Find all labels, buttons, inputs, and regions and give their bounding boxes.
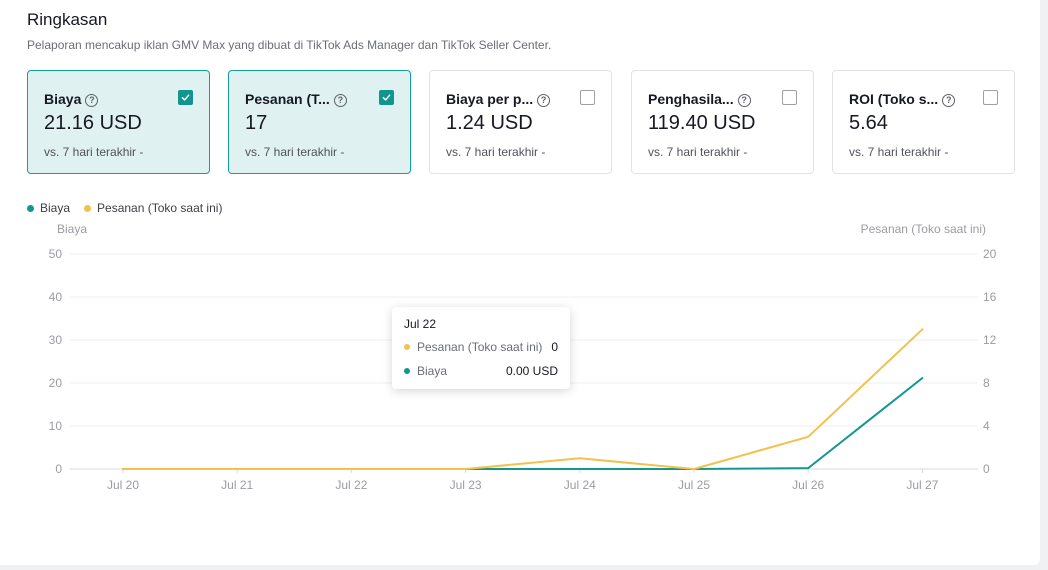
x-tick-label: Jul 25 — [678, 478, 710, 492]
tooltip-series-value: 0.00 USD — [505, 364, 558, 378]
summary-panel: Ringkasan Pelaporan mencakup iklan GMV M… — [0, 0, 1040, 565]
chart-tooltip: Jul 22 Pesanan (Toko saat ini) 0 Biaya 0… — [392, 307, 570, 389]
line-chart[interactable]: 01020304050048121620Jul 20 Jul 21 Jul 22 Ju… — [0, 0, 1040, 500]
y-right-tick-label: 4 — [983, 419, 990, 433]
y-left-tick-label: 10 — [49, 419, 63, 433]
tooltip-date: Jul 22 — [404, 317, 437, 331]
tooltip-series-name: Biaya — [417, 364, 448, 378]
y-left-tick-label: 20 — [49, 376, 63, 390]
y-left-tick-label: 50 — [49, 247, 63, 261]
y-right-tick-label: 8 — [983, 376, 990, 390]
x-tick-label: Jul 22 — [335, 478, 367, 492]
x-tick-label: Jul 21 — [221, 478, 253, 492]
y-left-tick-label: 0 — [55, 462, 62, 476]
y-right-tick-label: 12 — [983, 333, 997, 347]
tooltip-series-name: Pesanan (Toko saat ini) — [417, 340, 543, 354]
tooltip-swatch — [404, 368, 410, 374]
y-left-tick-label: 40 — [49, 290, 63, 304]
y-right-tick-label: 16 — [983, 290, 997, 304]
tooltip-swatch — [404, 344, 410, 350]
x-tick-label: Jul 27 — [906, 478, 938, 492]
series-line-biaya — [122, 377, 924, 470]
tooltip-row: Pesanan (Toko saat ini) 0 — [404, 340, 558, 354]
x-tick-label: Jul 24 — [564, 478, 596, 492]
y-left-tick-label: 30 — [49, 333, 63, 347]
tooltip-series-value: 0 — [551, 340, 558, 354]
x-tick-label: Jul 23 — [450, 478, 482, 492]
tooltip-row: Biaya 0.00 USD — [404, 364, 558, 378]
y-right-tick-label: 0 — [983, 462, 990, 476]
x-tick-label: Jul 20 — [107, 478, 139, 492]
y-right-tick-label: 20 — [983, 247, 997, 261]
x-tick-label: Jul 26 — [792, 478, 824, 492]
